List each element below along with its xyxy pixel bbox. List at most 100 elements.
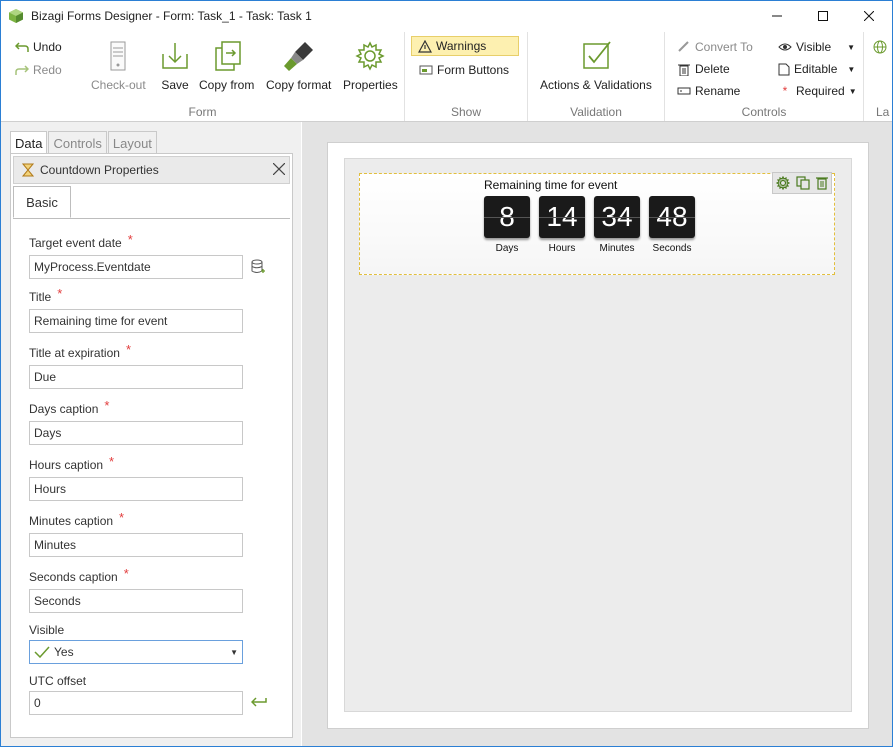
title-input[interactable]: Remaining time for event xyxy=(29,309,243,333)
warnings-button[interactable]: Warnings xyxy=(411,36,519,56)
editable-icon xyxy=(778,63,790,75)
save-icon xyxy=(162,43,188,69)
required-asterisk: * xyxy=(57,286,63,301)
required-asterisk: * xyxy=(125,342,131,357)
server-icon xyxy=(110,41,126,71)
chevron-down-icon: ▼ xyxy=(847,42,856,52)
group-validation-label: Validation xyxy=(570,105,622,119)
required-asterisk: * xyxy=(123,566,129,581)
delete-label: Delete xyxy=(695,62,730,76)
countdown-seconds-caption: Seconds xyxy=(652,243,692,254)
gear-icon[interactable] xyxy=(776,176,790,190)
control-toolbar xyxy=(772,172,832,194)
copy-from-icon xyxy=(214,41,241,71)
target-date-label: Target event date * xyxy=(29,232,133,250)
properties-panel: Countdown Properties Basic Target event … xyxy=(10,153,293,738)
form-buttons-button[interactable]: Form Buttons xyxy=(419,63,509,77)
utc-offset-input[interactable]: 0 xyxy=(29,691,243,715)
form-page: Remaining time for event 8 14 34 48 Days… xyxy=(327,142,869,729)
tab-basic[interactable]: Basic xyxy=(13,186,71,218)
minimize-button[interactable] xyxy=(754,1,800,31)
seconds-caption-input[interactable]: Seconds xyxy=(29,589,243,613)
title-expiration-label-text: Title at expiration xyxy=(29,346,120,360)
chevron-down-icon: ▼ xyxy=(847,64,856,74)
minutes-caption-label: Minutes caption * xyxy=(29,510,125,528)
required-asterisk: * xyxy=(119,510,125,525)
ribbon-group-validation: Actions & Validations Validation xyxy=(528,32,665,121)
title-expiration-input[interactable]: Due xyxy=(29,365,243,389)
undo-button[interactable]: Undo xyxy=(15,40,62,54)
maximize-icon xyxy=(818,11,828,21)
delete-button[interactable]: Delete xyxy=(677,62,730,76)
required-dropdown[interactable]: * Required ▼ xyxy=(778,84,857,98)
eye-icon xyxy=(778,43,792,51)
trash-icon xyxy=(678,64,690,76)
actions-validations-button[interactable]: Actions & Validations xyxy=(540,40,652,92)
title-label-text: Title xyxy=(29,290,52,304)
title-label: Title * xyxy=(29,286,63,304)
database-icon[interactable] xyxy=(251,259,265,275)
window-title: Bizagi Forms Designer - Form: Task_1 - T… xyxy=(31,9,312,23)
utc-offset-label: UTC offset xyxy=(29,674,87,688)
days-caption-label: Days caption * xyxy=(29,398,110,416)
hours-caption-input[interactable]: Hours xyxy=(29,477,243,501)
reset-arrow-icon[interactable] xyxy=(251,695,267,709)
copy-from-label: Copy from xyxy=(199,78,255,92)
tab-controls[interactable]: Controls xyxy=(48,131,107,154)
redo-label: Redo xyxy=(33,63,62,77)
design-canvas: Remaining time for event 8 14 34 48 Days… xyxy=(302,122,892,746)
close-icon xyxy=(272,162,286,176)
target-date-input[interactable]: MyProcess.Eventdate xyxy=(29,255,243,279)
days-caption-input[interactable]: Days xyxy=(29,421,243,445)
properties-label: Properties xyxy=(343,78,398,92)
hourglass-icon xyxy=(22,163,34,177)
left-panel: Data Controls Layout Countdown Propertie… xyxy=(1,122,301,746)
visible-select-value: Yes xyxy=(54,645,74,659)
required-asterisk: * xyxy=(127,232,133,247)
editable-dropdown[interactable]: Editable ▼ xyxy=(778,62,855,76)
properties-button[interactable]: Properties xyxy=(343,40,398,92)
checkout-button[interactable]: Check-out xyxy=(91,40,146,92)
redo-button[interactable]: Redo xyxy=(15,63,62,77)
ribbon-group-form: Undo Redo Check-out Save Copy from Copy … xyxy=(1,32,405,121)
globe-icon[interactable] xyxy=(873,40,887,54)
tab-layout[interactable]: Layout xyxy=(107,131,157,154)
form-buttons-label: Form Buttons xyxy=(437,63,510,77)
gear-icon xyxy=(355,41,386,71)
group-form-label: Form xyxy=(188,105,217,119)
form-area[interactable]: Remaining time for event 8 14 34 48 Days… xyxy=(344,158,852,712)
rename-icon xyxy=(677,87,691,95)
warnings-label: Warnings xyxy=(436,39,487,53)
copy-format-button[interactable]: Copy format xyxy=(266,40,331,92)
convert-to-button[interactable]: Convert To xyxy=(677,40,753,54)
close-panel-button[interactable] xyxy=(272,159,286,179)
save-button[interactable]: Save xyxy=(159,40,191,92)
copy-from-button[interactable]: Copy from xyxy=(199,40,254,92)
ribbon-group-controls: Convert To Delete Rename Visible ▼ Edita… xyxy=(665,32,864,121)
group-controls-label: Controls xyxy=(741,105,787,119)
warning-icon xyxy=(418,39,432,53)
visible-select[interactable]: Yes ▼ xyxy=(29,640,243,664)
bizagi-logo-icon xyxy=(9,9,23,23)
maximize-button[interactable] xyxy=(800,1,846,31)
trash-icon[interactable] xyxy=(816,176,828,190)
minimize-icon xyxy=(772,15,782,17)
copy-icon[interactable] xyxy=(796,176,810,190)
countdown-control[interactable]: Remaining time for event 8 14 34 48 Days… xyxy=(359,172,835,275)
checkout-label: Check-out xyxy=(91,78,146,92)
countdown-hours-value: 14 xyxy=(539,196,585,238)
visible-label: Visible xyxy=(796,40,832,54)
tab-data[interactable]: Data xyxy=(10,131,48,154)
group-language-label: La xyxy=(876,105,890,119)
minutes-caption-input[interactable]: Minutes xyxy=(29,533,243,557)
target-date-label-text: Target event date xyxy=(29,236,122,250)
visible-label: Visible xyxy=(29,623,65,637)
close-window-button[interactable] xyxy=(846,1,892,31)
countdown-days-caption: Days xyxy=(495,243,519,254)
rename-button[interactable]: Rename xyxy=(677,84,740,98)
required-asterisk: * xyxy=(104,398,110,413)
save-label: Save xyxy=(161,78,189,92)
paintbrush-icon xyxy=(283,42,313,71)
visible-dropdown[interactable]: Visible ▼ xyxy=(778,40,855,54)
countdown-minutes-caption: Minutes xyxy=(599,243,635,254)
